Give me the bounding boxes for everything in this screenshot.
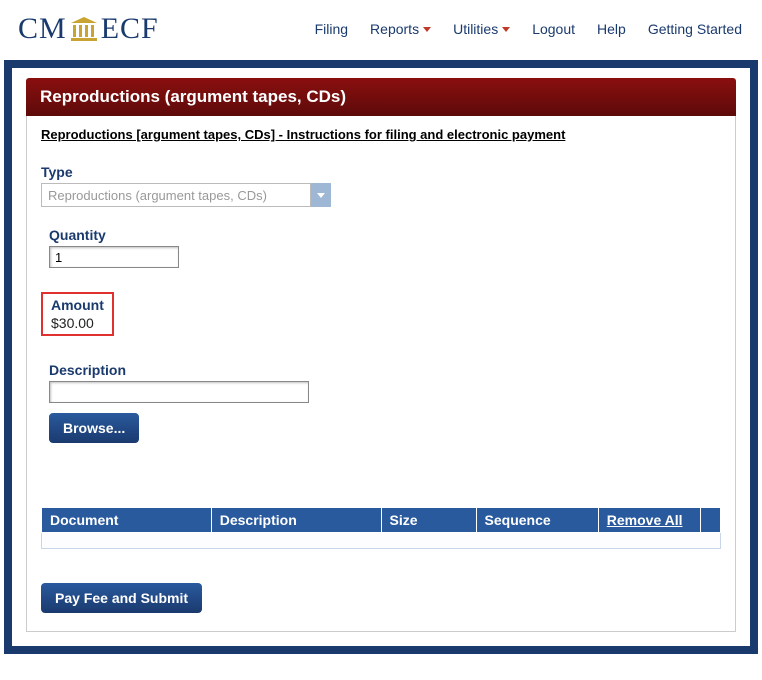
amount-box: Amount $30.00 — [41, 292, 114, 336]
type-label: Type — [41, 164, 721, 180]
col-remove-all[interactable]: Remove All — [598, 508, 700, 533]
type-select[interactable]: Reproductions (argument tapes, CDs) — [41, 183, 311, 207]
logo: CM ECF — [18, 12, 159, 46]
table-row — [42, 533, 721, 549]
chevron-down-icon — [317, 193, 325, 198]
col-document: Document — [42, 508, 212, 533]
nav-getting-started[interactable]: Getting Started — [648, 21, 742, 37]
amount-label: Amount — [51, 297, 104, 313]
pay-submit-button[interactable]: Pay Fee and Submit — [41, 583, 202, 613]
description-input[interactable] — [49, 381, 309, 403]
logo-ecf: ECF — [101, 12, 159, 46]
nav-utilities[interactable]: Utilities — [453, 21, 510, 37]
quantity-field: Quantity — [49, 227, 721, 268]
description-label: Description — [49, 362, 721, 378]
logo-cm: CM — [18, 12, 67, 46]
nav-filing[interactable]: Filing — [315, 21, 348, 37]
browse-button[interactable]: Browse... — [49, 413, 139, 443]
quantity-label: Quantity — [49, 227, 721, 243]
type-dropdown-button[interactable] — [311, 183, 331, 207]
chevron-down-icon — [423, 27, 431, 32]
type-field: Type Reproductions (argument tapes, CDs) — [41, 164, 721, 207]
amount-value: $30.00 — [51, 315, 104, 331]
top-bar: CM ECF Filing Reports Utilities Logout H… — [0, 0, 762, 58]
panel-title: Reproductions (argument tapes, CDs) — [26, 78, 736, 116]
nav-help[interactable]: Help — [597, 21, 626, 37]
pillar-icon — [69, 17, 99, 41]
col-description: Description — [211, 508, 381, 533]
description-field: Description Browse... — [49, 362, 721, 443]
quantity-input[interactable] — [49, 246, 179, 268]
content-frame: Reproductions (argument tapes, CDs) Repr… — [4, 60, 758, 654]
panel-body: Reproductions [argument tapes, CDs] - In… — [26, 116, 736, 632]
panel: Reproductions (argument tapes, CDs) Repr… — [26, 78, 736, 632]
instructions-link[interactable]: Reproductions [argument tapes, CDs] - In… — [41, 127, 565, 142]
chevron-down-icon — [502, 27, 510, 32]
col-sequence: Sequence — [476, 508, 598, 533]
col-spacer — [700, 508, 720, 533]
nav-logout[interactable]: Logout — [532, 21, 575, 37]
col-size: Size — [381, 508, 476, 533]
document-table: Document Description Size Sequence Remov… — [41, 507, 721, 549]
nav-reports[interactable]: Reports — [370, 21, 431, 37]
main-nav: Filing Reports Utilities Logout Help Get… — [315, 21, 742, 37]
